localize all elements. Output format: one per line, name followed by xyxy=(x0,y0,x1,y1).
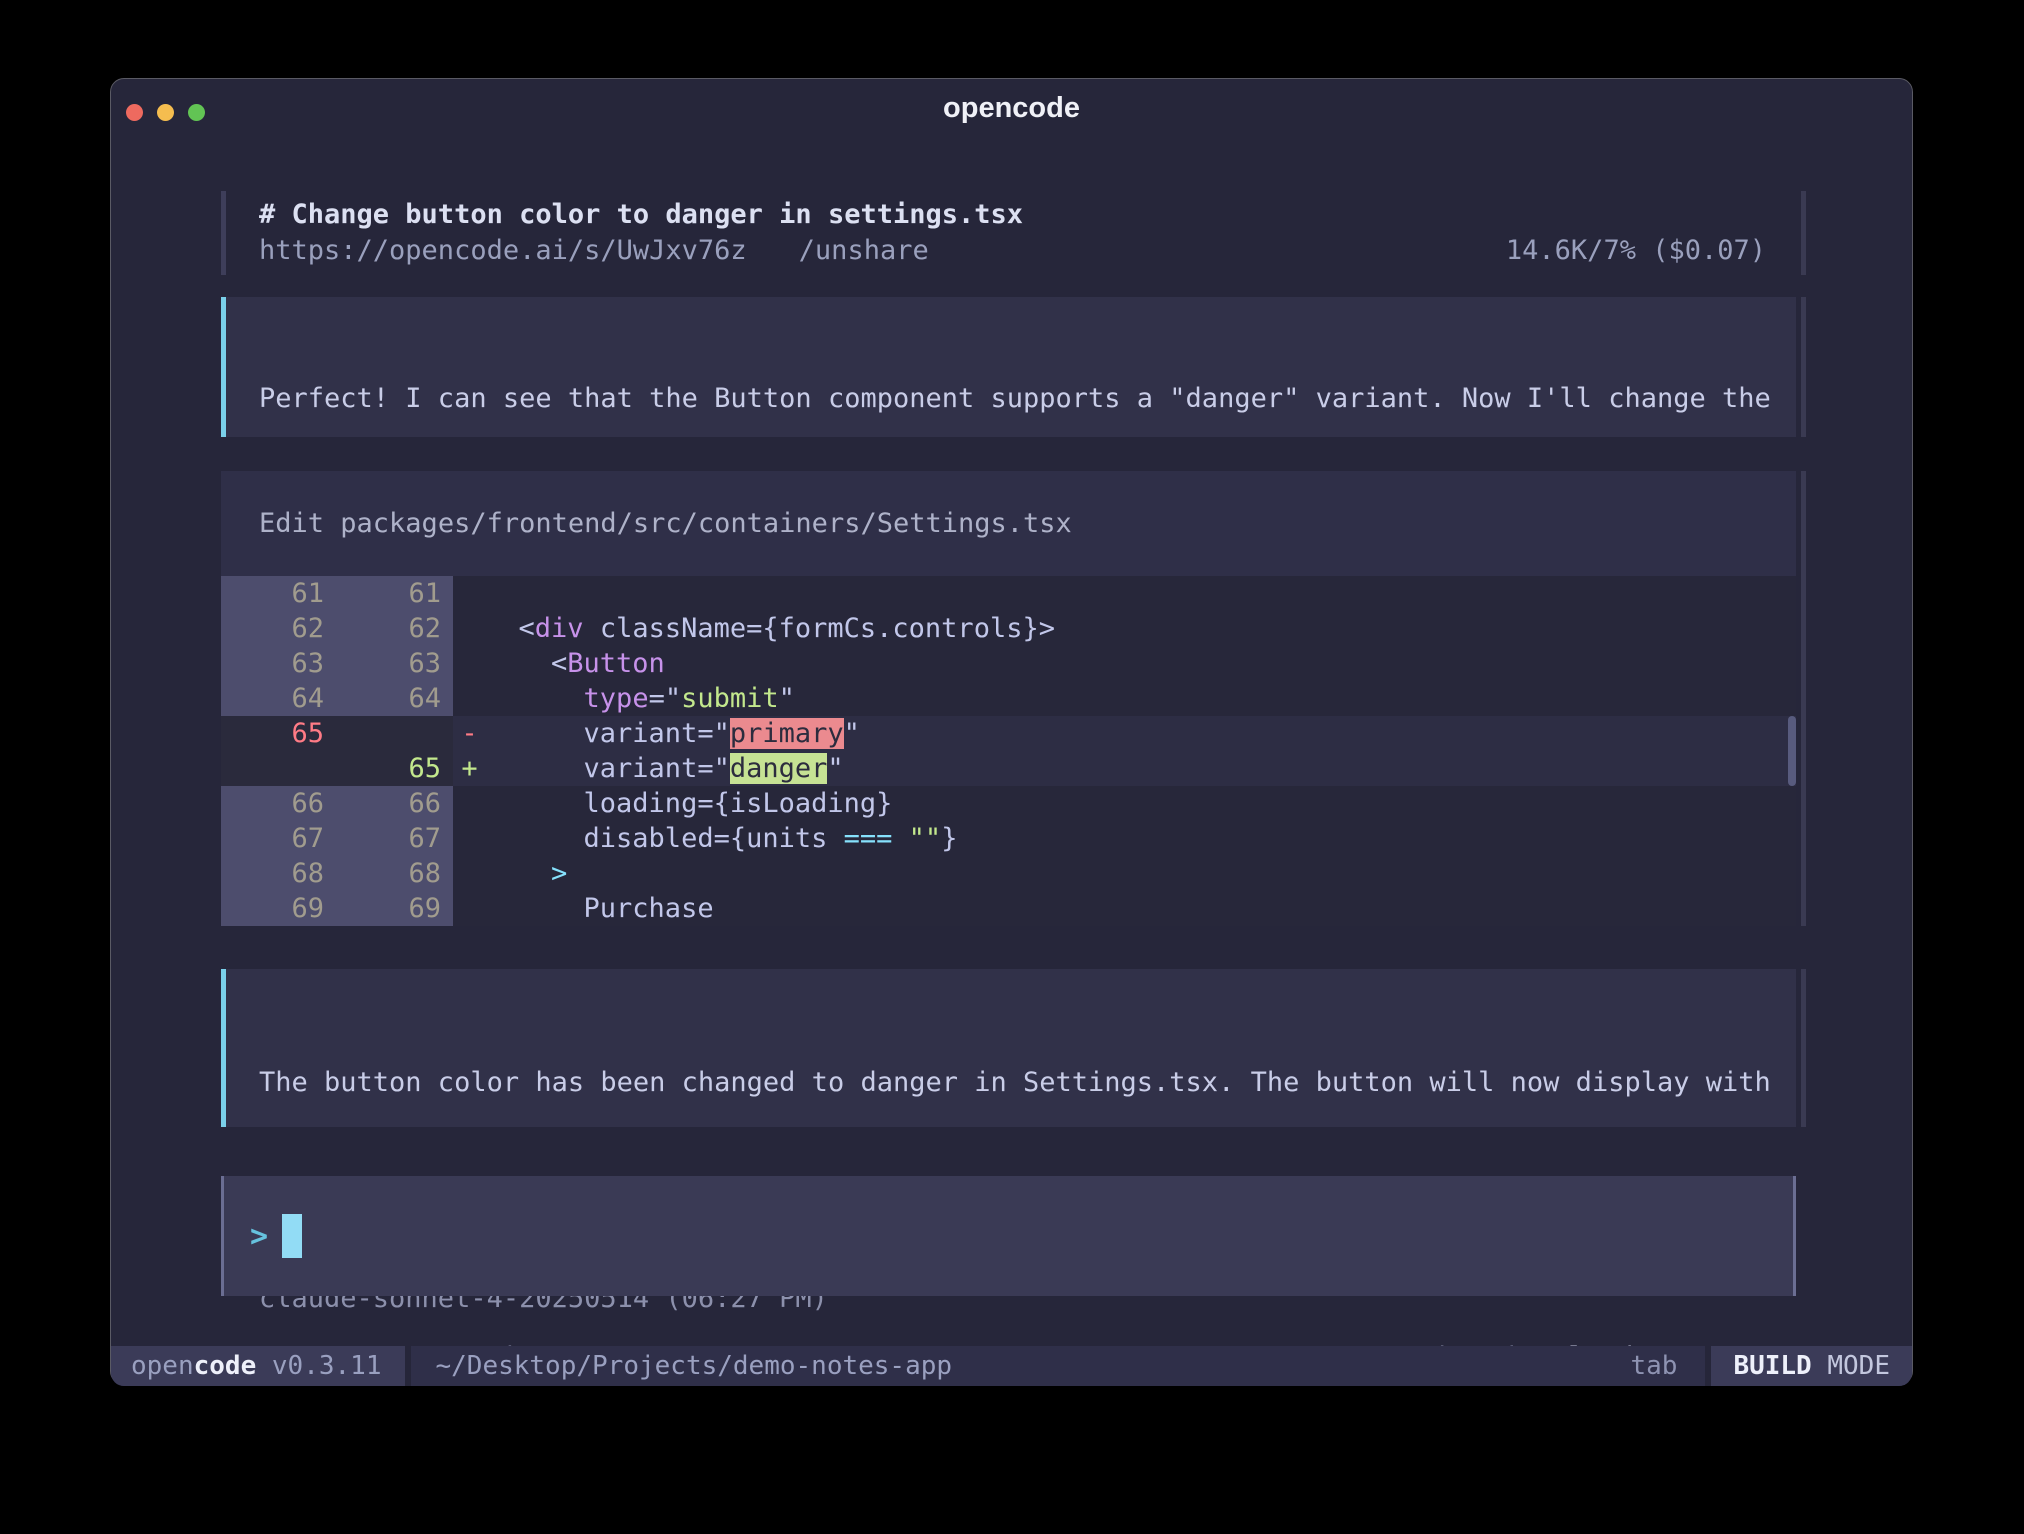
window-titlebar: opencode xyxy=(111,79,1912,137)
diff-row: 6464 type="submit" xyxy=(221,681,1796,716)
scrollbar-track xyxy=(1801,191,1806,275)
scrollbar-track xyxy=(1801,471,1806,926)
diff-code-line: type="submit" xyxy=(453,681,1796,716)
diff-code-line: Purchase xyxy=(453,891,1796,926)
diff-row: 6161 xyxy=(221,576,1796,611)
mode-word: MODE xyxy=(1812,1351,1890,1381)
message-line: The button color has been changed to dan… xyxy=(259,1065,1796,1101)
new-line-number: 67 xyxy=(336,821,453,856)
new-line-number: 64 xyxy=(336,681,453,716)
token-usage: 14.6K/7% ($0.07) xyxy=(1506,233,1766,269)
new-line-number: 69 xyxy=(336,891,453,926)
mode-indicator: BUILD MODE xyxy=(1705,1346,1912,1386)
new-line-number xyxy=(336,716,453,751)
assistant-message: The button color has been changed to dan… xyxy=(221,969,1796,1127)
diff-scrollbar-thumb[interactable] xyxy=(1788,716,1796,786)
old-line-number: 62 xyxy=(221,611,336,646)
old-line-number: 61 xyxy=(221,576,336,611)
new-line-number: 68 xyxy=(336,856,453,891)
old-line-number: 69 xyxy=(221,891,336,926)
edit-file-path: packages/frontend/src/containers/Setting… xyxy=(340,508,1072,539)
edit-header: Edit packages/frontend/src/containers/Se… xyxy=(221,471,1796,576)
diff-marker xyxy=(453,891,486,926)
diff-marker xyxy=(453,681,486,716)
status-bar: opencode v0.3.11 ~/Desktop/Projects/demo… xyxy=(111,1346,1912,1386)
tab-key-hint: tab xyxy=(1630,1346,1677,1386)
window-title: opencode xyxy=(111,79,1912,137)
new-line-number: 62 xyxy=(336,611,453,646)
opencode-window: opencode # Change button color to danger… xyxy=(110,78,1913,1385)
diff-row: 6666 loading={isLoading} xyxy=(221,786,1796,821)
share-url[interactable]: https://opencode.ai/s/UwJxv76z xyxy=(259,233,747,269)
diff-code-line: loading={isLoading} xyxy=(453,786,1796,821)
new-line-number: 66 xyxy=(336,786,453,821)
diff-view: 6161 6262 <div className={formCs.control… xyxy=(221,576,1796,926)
prompt-chevron: > xyxy=(250,1219,268,1254)
new-line-number: 65 xyxy=(336,751,453,786)
diff-marker xyxy=(453,646,486,681)
diff-marker xyxy=(453,786,486,821)
edit-tool-card: Edit packages/frontend/src/containers/Se… xyxy=(221,471,1796,926)
unshare-command[interactable]: /unshare xyxy=(799,233,929,269)
edit-action-label: Edit xyxy=(259,508,340,539)
scrollbar-track xyxy=(1801,297,1806,437)
app-name-code: code xyxy=(194,1351,257,1381)
diff-marker xyxy=(453,611,486,646)
old-line-number: 68 xyxy=(221,856,336,891)
diff-code-line xyxy=(453,576,1796,611)
diff-marker: - xyxy=(453,716,486,751)
session-title: # Change button color to danger in setti… xyxy=(259,197,1796,233)
diff-row: 6969 Purchase xyxy=(221,891,1796,926)
diff-marker xyxy=(453,576,486,611)
old-line-number: 64 xyxy=(221,681,336,716)
diff-code-line: > xyxy=(453,856,1796,891)
diff-row: 6262 <div className={formCs.controls}> xyxy=(221,611,1796,646)
diff-row: 6767 disabled={units === ""} xyxy=(221,821,1796,856)
old-line-number: 67 xyxy=(221,821,336,856)
working-directory: ~/Desktop/Projects/demo-notes-app xyxy=(435,1346,952,1386)
diff-row: 6363 <Button xyxy=(221,646,1796,681)
old-line-number xyxy=(221,751,336,786)
session-header: # Change button color to danger in setti… xyxy=(221,191,1796,275)
message-line: Perfect! I can see that the Button compo… xyxy=(259,381,1796,417)
diff-row: 65 - variant="primary" xyxy=(221,716,1796,751)
new-line-number: 61 xyxy=(336,576,453,611)
assistant-message: Perfect! I can see that the Button compo… xyxy=(221,297,1796,437)
old-line-number: 66 xyxy=(221,786,336,821)
app-version: v0.3.11 xyxy=(256,1351,381,1381)
diff-row: 65+ variant="danger" xyxy=(221,751,1796,786)
prompt-input[interactable]: > xyxy=(221,1176,1796,1296)
desktop-background: opencode # Change button color to danger… xyxy=(0,0,2024,1534)
diff-marker: + xyxy=(453,751,486,786)
diff-row: 6868 > xyxy=(221,856,1796,891)
scrollbar-track xyxy=(1801,969,1806,1127)
diff-code-line: disabled={units === ""} xyxy=(453,821,1796,856)
diff-code-line: + variant="danger" xyxy=(453,751,1796,786)
diff-code-line: <div className={formCs.controls}> xyxy=(453,611,1796,646)
diff-marker xyxy=(453,821,486,856)
diff-marker xyxy=(453,856,486,891)
diff-code-line: <Button xyxy=(453,646,1796,681)
text-cursor xyxy=(282,1214,302,1258)
app-version-chip: opencode v0.3.11 xyxy=(111,1346,411,1386)
old-line-number: 65 xyxy=(221,716,336,751)
new-line-number: 63 xyxy=(336,646,453,681)
diff-code-line: - variant="primary" xyxy=(453,716,1796,751)
app-name-open: open xyxy=(131,1351,194,1381)
mode-build: BUILD xyxy=(1733,1351,1811,1381)
old-line-number: 63 xyxy=(221,646,336,681)
